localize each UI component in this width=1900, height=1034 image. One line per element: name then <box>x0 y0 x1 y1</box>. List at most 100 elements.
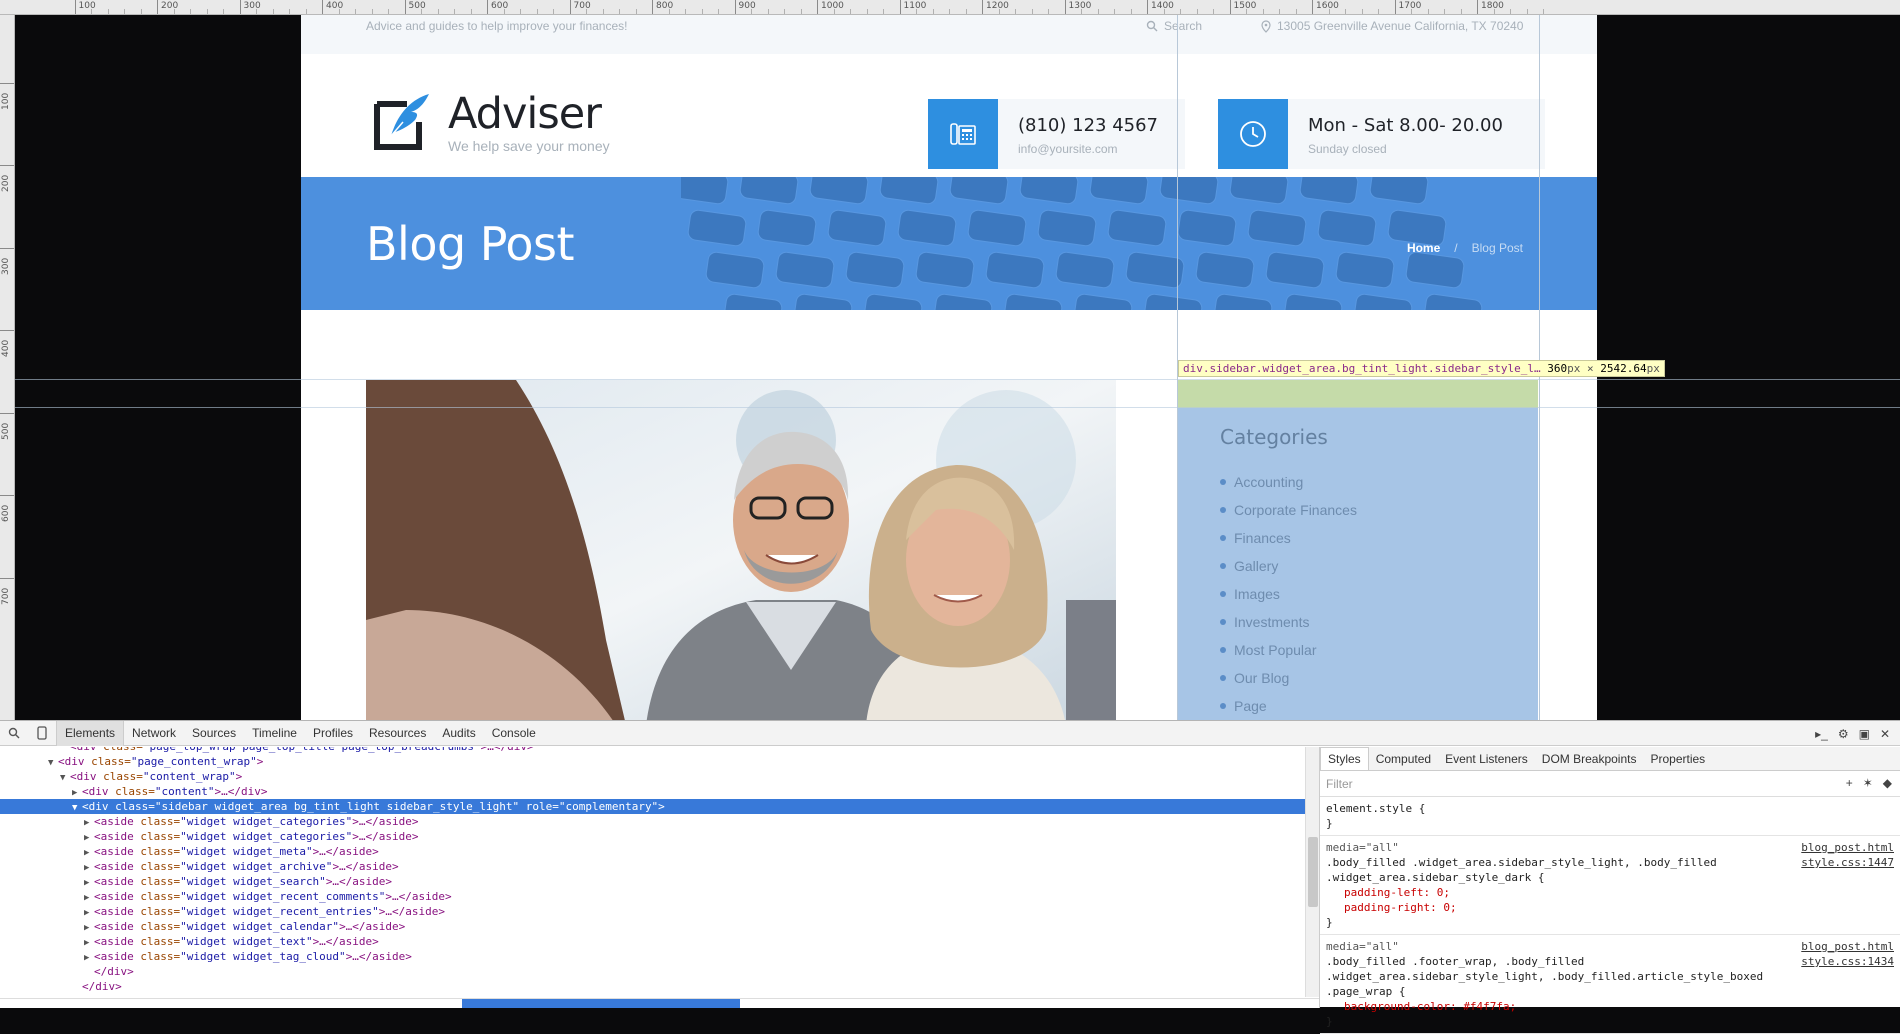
devtools-tab-elements[interactable]: Elements <box>56 720 125 746</box>
dom-node-row[interactable]: ▶ <aside class="widget widget_meta">…</as… <box>0 844 1305 859</box>
ruler-minor-tick <box>536 9 538 14</box>
category-item[interactable]: Images <box>1220 580 1357 608</box>
clock-icon <box>1218 99 1288 169</box>
category-label: Images <box>1234 586 1280 602</box>
styles-tabbar: Styles Computed Event Listeners DOM Breakpo… <box>1320 747 1900 771</box>
dock-icon[interactable]: ▣ <box>1859 727 1870 741</box>
dom-node-row[interactable]: </div> <box>0 979 1305 994</box>
dom-node-row[interactable]: ▶ <aside class="widget widget_search">…</… <box>0 874 1305 889</box>
category-item[interactable]: Our Blog <box>1220 664 1357 692</box>
category-item[interactable]: Corporate Finances <box>1220 496 1357 524</box>
dom-node-row[interactable]: ▶ <aside class="widget widget_categories"… <box>0 814 1305 829</box>
tag-name: aside <box>100 815 134 828</box>
source-file[interactable]: blog_post.html <box>1801 939 1894 954</box>
ruler-minor-tick <box>1213 9 1214 14</box>
category-item[interactable]: Investments <box>1220 608 1357 636</box>
email-link[interactable]: info@yoursite.com <box>1018 142 1158 156</box>
expand-arrow-icon[interactable]: ▼ <box>60 771 70 786</box>
styles-tab-computed[interactable]: Computed <box>1369 748 1438 770</box>
category-item[interactable]: Page <box>1220 692 1357 720</box>
dom-node-row[interactable]: ▶ <aside class="widget widget_calendar">…… <box>0 919 1305 934</box>
ruler-minor-tick <box>1543 9 1544 14</box>
tag-tail: >…</aside> <box>385 890 452 903</box>
dom-node-row[interactable]: ▶ <aside class="widget widget_archive">…<… <box>0 859 1305 874</box>
ruler-label: 600 <box>491 1 509 11</box>
blog-post-photo[interactable] <box>366 380 1116 720</box>
pin-icon[interactable]: ✶ <box>1863 776 1873 790</box>
new-rule-icon[interactable]: + <box>1846 776 1853 790</box>
category-item[interactable]: Finances <box>1220 524 1357 552</box>
attr-value: "widget widget_categories" <box>180 815 353 828</box>
toggle-element-state-icon[interactable]: ◆ <box>1883 776 1892 790</box>
dom-node-row[interactable]: <div class="page_top_wrap page_top_title… <box>0 747 1305 754</box>
dom-node-row[interactable]: ▶ <aside class="widget widget_tag_cloud">… <box>0 949 1305 964</box>
tag-tail: role="complementary"> <box>519 800 665 813</box>
devtools-tab-sources[interactable]: Sources <box>184 721 244 746</box>
ruler-minor-tick <box>751 9 752 14</box>
category-item[interactable]: Most Popular <box>1220 636 1357 664</box>
source-stylesheet[interactable]: style.css:1447 <box>1801 855 1894 870</box>
ruler-minor-tick <box>421 9 422 14</box>
devtools-tabbar: Elements Network Sources Timeline Profiles Re… <box>0 720 1900 746</box>
ruler-tick: 800 <box>652 0 673 14</box>
styles-tab-event-listeners[interactable]: Event Listeners <box>1438 748 1535 770</box>
scroll-thumb[interactable] <box>1308 837 1318 907</box>
css-rule[interactable]: element.style {} <box>1320 797 1900 836</box>
css-property[interactable]: padding-right: 0; <box>1326 900 1894 915</box>
rule-source-link[interactable]: blog_post.html style.css:1447 <box>1801 840 1894 870</box>
console-drawer-icon[interactable]: ▸_ <box>1815 727 1828 741</box>
css-rule[interactable]: media="all" .body_filled .widget_area.sid… <box>1320 836 1900 935</box>
expand-arrow-icon[interactable]: ▼ <box>48 756 58 771</box>
devtools-tab-network[interactable]: Network <box>124 721 184 746</box>
source-file[interactable]: blog_post.html <box>1801 840 1894 855</box>
phone-number[interactable]: (810) 123 4567 <box>1018 115 1158 136</box>
top-search[interactable]: Search <box>1146 19 1202 33</box>
site-logo[interactable]: Adviser We help save your money <box>373 92 610 154</box>
source-stylesheet[interactable]: style.css:1434 <box>1801 954 1894 969</box>
tag-tail: >…</aside> <box>352 830 419 843</box>
ruler-minor-tick <box>371 9 373 14</box>
settings-gear-icon[interactable]: ⚙ <box>1838 727 1849 741</box>
inspect-search-icon[interactable] <box>0 721 28 746</box>
breadcrumb-home-link[interactable]: Home <box>1407 241 1440 255</box>
brand-name: Adviser <box>448 89 602 139</box>
ruler-minor-tick <box>833 9 835 14</box>
style-rules: element.style {} media="all" .body_filled … <box>1320 797 1900 1034</box>
page-title-banner: Blog Post Home / Blog Post <box>301 177 1597 310</box>
devtools-tab-resources[interactable]: Resources <box>361 721 434 746</box>
dom-node-row[interactable]: ▶ <aside class="widget widget_recent_entr… <box>0 904 1305 919</box>
devtools-tab-profiles[interactable]: Profiles <box>305 721 361 746</box>
styles-tab-styles[interactable]: Styles <box>1320 747 1369 770</box>
tag-open: < <box>94 905 101 918</box>
category-item[interactable]: Gallery <box>1220 552 1357 580</box>
styles-tab-properties[interactable]: Properties <box>1643 748 1712 770</box>
ruler-label: 1500 <box>1233 1 1257 11</box>
expand-arrow-icon[interactable]: ▼ <box>72 801 82 816</box>
category-item[interactable]: Accounting <box>1220 468 1357 496</box>
ruler-label: 200 <box>1 174 11 192</box>
dom-node-row[interactable]: ▶ <aside class="widget widget_categories"… <box>0 829 1305 844</box>
dom-node-row[interactable]: ▶ <aside class="widget widget_text">…</as… <box>0 934 1305 949</box>
css-property[interactable]: padding-left: 0; <box>1326 885 1894 900</box>
css-rule[interactable]: media="all" .body_filled .footer_wrap, .b… <box>1320 935 1900 1034</box>
close-icon[interactable]: ✕ <box>1880 727 1890 741</box>
styles-filter[interactable]: Filter + ✶ ◆ <box>1320 771 1900 797</box>
category-label: Corporate Finances <box>1234 502 1357 518</box>
dom-node-row[interactable]: ▶ <aside class="widget widget_recent_comm… <box>0 889 1305 904</box>
attr-value: "sidebar widget_area bg_tint_light sideb… <box>154 800 520 813</box>
tag-name: div <box>77 747 97 753</box>
dom-node-row[interactable]: ▼ <div class="sidebar widget_area bg_tint… <box>0 799 1305 814</box>
dom-node-row[interactable]: ▼ <div class="page_content_wrap"> <box>0 754 1305 769</box>
devtools-tab-console[interactable]: Console <box>484 721 544 746</box>
tag-name: div <box>76 770 97 783</box>
styles-tab-dom-breakpoints[interactable]: DOM Breakpoints <box>1535 748 1644 770</box>
dom-node-row[interactable]: ▼ <div class="content_wrap"> <box>0 769 1305 784</box>
dom-scrollbar[interactable] <box>1305 747 1319 997</box>
devtools-tab-timeline[interactable]: Timeline <box>244 721 305 746</box>
device-mode-icon[interactable] <box>28 721 56 746</box>
devtools-tab-audits[interactable]: Audits <box>434 721 483 746</box>
dom-node-row[interactable]: ▶ <div class="content">…</div> <box>0 784 1305 799</box>
dom-node-row[interactable]: </div> <box>0 964 1305 979</box>
rule-source-link[interactable]: blog_post.html style.css:1434 <box>1801 939 1894 969</box>
attr-name: class= <box>133 950 181 963</box>
